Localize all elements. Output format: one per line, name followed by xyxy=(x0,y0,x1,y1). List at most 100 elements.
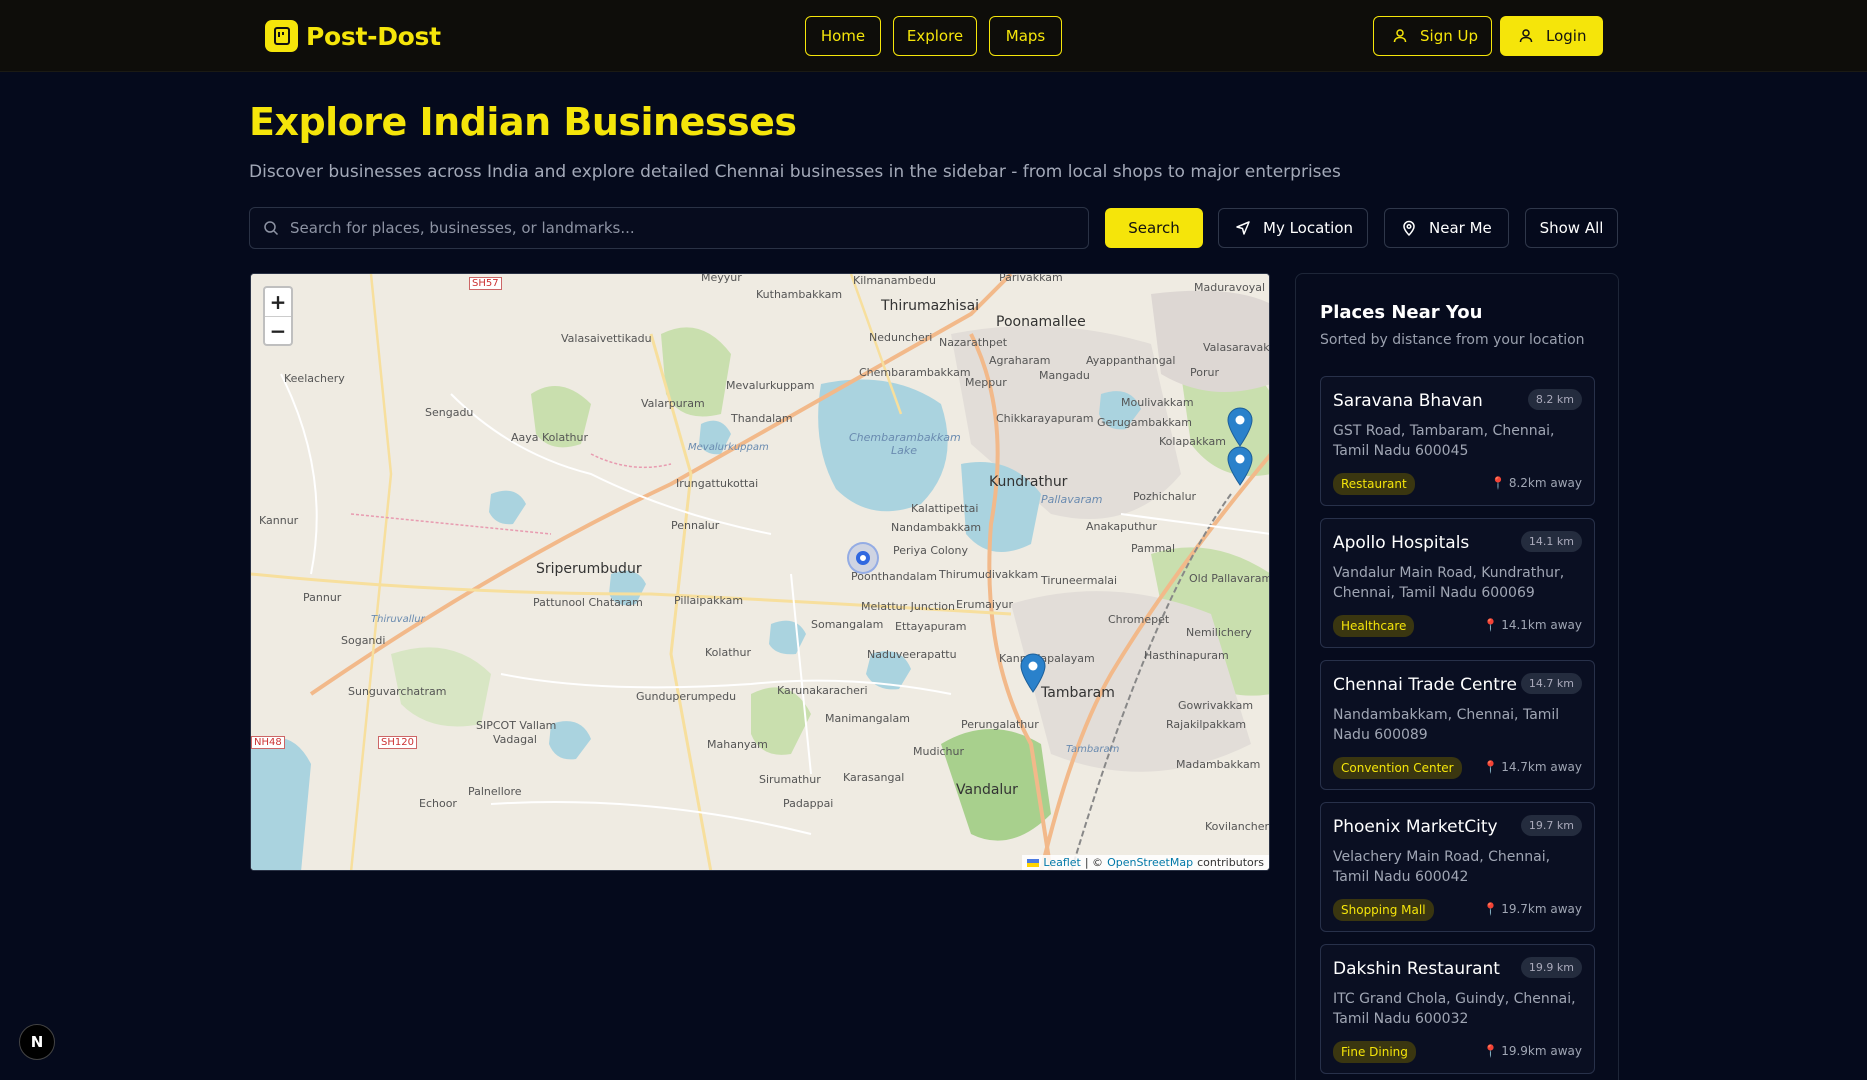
map-label-mahanyam: Mahanyam xyxy=(707,738,768,751)
map-label-valasaivettikadu: Valasaivettikadu xyxy=(561,332,652,345)
map-label-karasangal: Karasangal xyxy=(843,771,905,784)
page-title: Explore Indian Businesses xyxy=(249,100,797,144)
map-label-irungattukottai: Irungattukottai xyxy=(676,477,759,490)
map-attribution: Leaflet | © OpenStreetMap contributors xyxy=(1022,855,1269,870)
category-badge: Convention Center xyxy=(1333,757,1462,779)
map-label-thandalam: Thandalam xyxy=(731,412,793,425)
map-label-sipcot: SIPCOT Vallam xyxy=(476,719,557,732)
map-label-gowrivakkam: Gowrivakkam xyxy=(1178,699,1254,712)
map-label-tambaram: Tambaram xyxy=(1041,685,1115,701)
map-label-kolapakkam: Kolapakkam xyxy=(1159,435,1226,448)
map-label-kundrathur: Kundrathur xyxy=(989,474,1068,490)
attribution-separator: | © xyxy=(1084,856,1104,869)
away-value: 8.2km away xyxy=(1508,476,1582,490)
map-label-old-pallavaram: Old Pallavaram xyxy=(1189,572,1270,585)
my-location-label: My Location xyxy=(1263,219,1354,237)
map-label-nazarathpet: Nazarathpet xyxy=(939,336,1008,349)
away-text: 📍 8.2km away xyxy=(1491,476,1582,490)
search-button[interactable]: Search xyxy=(1105,208,1203,248)
place-name: Dakshin Restaurant xyxy=(1333,959,1500,979)
nav-maps-button[interactable]: Maps xyxy=(989,16,1062,56)
map-label-pammal: Pammal xyxy=(1131,542,1176,555)
map-label-mudichur: Mudichur xyxy=(913,745,965,758)
map-label-kannur: Kannur xyxy=(259,514,299,527)
place-name: Saravana Bhavan xyxy=(1333,391,1483,411)
map-label-sunguvarchatram: Sunguvarchatram xyxy=(348,685,447,698)
map-label-naduveerapattu: Naduveerapattu xyxy=(867,648,957,661)
map-label-kannadapalayam: Kannadapalayam xyxy=(999,652,1095,665)
ukraine-flag-icon xyxy=(1027,858,1040,867)
map-marker-icon[interactable] xyxy=(1227,407,1253,447)
place-card[interactable]: Phoenix MarketCity 19.7 km Velachery Mai… xyxy=(1320,802,1595,932)
map-label-valasaravakkam: Valasaravakkam xyxy=(1203,341,1270,354)
nextjs-badge[interactable]: N xyxy=(19,1024,55,1060)
leaflet-link[interactable]: Leaflet xyxy=(1043,856,1080,869)
place-card[interactable]: Dakshin Restaurant 19.9 km ITC Grand Cho… xyxy=(1320,944,1595,1074)
category-badge: Fine Dining xyxy=(1333,1041,1416,1063)
category-badge: Healthcare xyxy=(1333,615,1415,637)
place-name: Phoenix MarketCity xyxy=(1333,817,1498,837)
search-input[interactable] xyxy=(290,219,1070,237)
login-button[interactable]: Login xyxy=(1500,16,1603,56)
map-marker-icon[interactable] xyxy=(1020,653,1046,693)
map-label-sh120: SH120 xyxy=(378,736,417,749)
my-location-button[interactable]: My Location xyxy=(1218,208,1368,248)
map-label-mangadu: Mangadu xyxy=(1039,369,1090,382)
map-label-mevalurkuppam-water: Mevalurkuppam xyxy=(688,442,769,453)
zoom-out-button[interactable]: − xyxy=(265,316,291,344)
nav-home-button[interactable]: Home xyxy=(805,16,881,56)
map-label-madambakkam: Madambakkam xyxy=(1176,758,1261,771)
map-view[interactable]: Thirumazhisai Poonamallee Sriperumbudur … xyxy=(250,273,1270,871)
map-label-kovilanchery: Kovilanchery xyxy=(1205,820,1270,833)
map-label-anakaputhur: Anakaputhur xyxy=(1086,520,1157,533)
current-location-marker xyxy=(847,542,879,574)
page-subtitle: Discover businesses across India and exp… xyxy=(249,162,1341,182)
map-label-rajakilpakkam: Rajakilpakkam xyxy=(1166,718,1247,731)
away-value: 14.7km away xyxy=(1501,760,1582,774)
search-icon xyxy=(264,221,279,236)
map-label-manimangalam: Manimangalam xyxy=(825,712,910,725)
map-label-erumaiyur: Erumaiyur xyxy=(956,598,1013,611)
brand-name: Post-Dost xyxy=(306,21,441,51)
top-navbar: Post-Dost Home Explore Maps Sign Up Logi… xyxy=(0,0,1867,72)
map-marker-icon[interactable] xyxy=(1227,446,1253,486)
map-label-karunakaracheri: Karunakaracheri xyxy=(777,684,868,697)
map-label-moulivakkam: Moulivakkam xyxy=(1121,396,1194,409)
pin-icon: 📍 xyxy=(1483,760,1499,774)
osm-link[interactable]: OpenStreetMap xyxy=(1107,856,1193,869)
map-label-nh48: NH48 xyxy=(251,736,285,749)
signup-label: Sign Up xyxy=(1420,27,1478,45)
map-label-gerugambakkam: Gerugambakkam xyxy=(1097,416,1192,429)
place-name: Chennai Trade Centre xyxy=(1333,675,1517,695)
signup-button[interactable]: Sign Up xyxy=(1373,16,1492,56)
place-card[interactable]: Apollo Hospitals 14.1 km Vandalur Main R… xyxy=(1320,518,1595,648)
show-all-button[interactable]: Show All xyxy=(1525,208,1618,248)
map-label-palnellore: Palnellore xyxy=(468,785,522,798)
zoom-in-button[interactable]: + xyxy=(265,288,291,316)
distance-badge: 14.1 km xyxy=(1520,531,1582,552)
place-card[interactable]: Saravana Bhavan 8.2 km GST Road, Tambara… xyxy=(1320,376,1595,506)
place-name: Apollo Hospitals xyxy=(1333,533,1470,553)
away-text: 📍 19.9km away xyxy=(1483,1044,1582,1058)
map-label-sengadu: Sengadu xyxy=(425,406,474,419)
place-card[interactable]: Chennai Trade Centre 14.7 km Nandambakka… xyxy=(1320,660,1595,790)
brand-logo[interactable]: Post-Dost xyxy=(265,20,441,52)
map-label-gunduperumpedu: Gunduperumpedu xyxy=(636,690,737,703)
map-label-hasthinapuram: Hasthinapuram xyxy=(1144,649,1229,662)
place-address: Velachery Main Road, Chennai, Tamil Nadu… xyxy=(1333,849,1551,885)
category-badge: Shopping Mall xyxy=(1333,899,1434,921)
map-pin-icon xyxy=(1403,220,1415,236)
map-label-kuthambakkam: Kuthambakkam xyxy=(756,288,843,301)
near-me-label: Near Me xyxy=(1429,219,1492,237)
user-icon xyxy=(1393,29,1407,43)
distance-badge: 19.7 km xyxy=(1520,815,1582,836)
away-text: 📍 14.7km away xyxy=(1483,760,1582,774)
sidebar-subtitle: Sorted by distance from your location xyxy=(1320,332,1585,348)
map-label-kalattipettai: Kalattipettai xyxy=(911,502,979,515)
map-label-chromepet: Chromepet xyxy=(1108,613,1170,626)
nav-explore-button[interactable]: Explore xyxy=(893,16,977,56)
near-me-button[interactable]: Near Me xyxy=(1384,208,1509,248)
map-label-poonamallee: Poonamallee xyxy=(996,314,1086,330)
pin-icon: 📍 xyxy=(1483,1044,1499,1058)
away-text: 📍 19.7km away xyxy=(1483,902,1582,916)
